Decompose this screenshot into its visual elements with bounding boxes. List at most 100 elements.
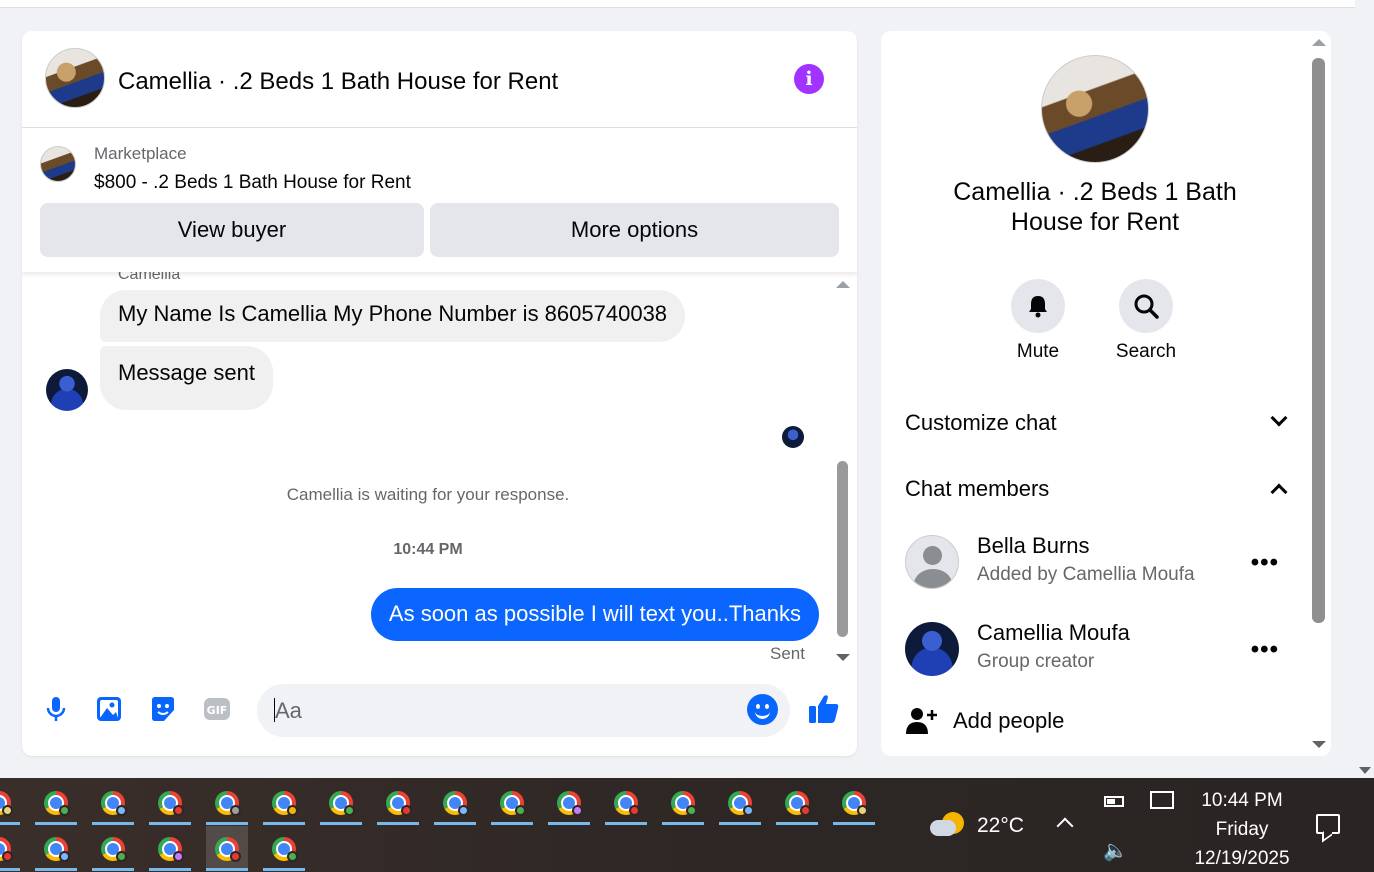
search-button[interactable]: Search: [1106, 279, 1186, 363]
profile-badge-icon: [116, 805, 127, 816]
chevron-down-icon: [1270, 409, 1288, 427]
microphone-icon[interactable]: [41, 694, 71, 724]
system-clock[interactable]: 10:44 PM Friday 12/19/2025: [1190, 786, 1294, 872]
message-bubble[interactable]: Message sent: [100, 346, 273, 410]
chrome-taskbar-button[interactable]: [605, 780, 647, 825]
chrome-taskbar-button[interactable]: [263, 826, 305, 871]
chrome-taskbar-button[interactable]: [833, 780, 875, 825]
chrome-taskbar-button[interactable]: [149, 826, 191, 871]
volume-icon[interactable]: 🔈: [1103, 838, 1128, 863]
sticker-icon[interactable]: [148, 694, 178, 724]
running-indicator: [0, 822, 20, 825]
page-scrollbar[interactable]: [1355, 0, 1374, 778]
member-subtitle: Added by Camellia Moufa: [977, 564, 1195, 585]
chrome-taskbar-button[interactable]: [263, 780, 305, 825]
profile-badge-icon: [629, 805, 640, 816]
chrome-taskbar-button[interactable]: [35, 826, 77, 871]
outgoing-message-bubble[interactable]: As soon as possible I will text you..Tha…: [370, 588, 819, 641]
photo-icon[interactable]: [94, 694, 124, 724]
add-person-icon: [906, 708, 937, 734]
running-indicator: [548, 822, 590, 825]
chrome-taskbar-button[interactable]: [548, 780, 590, 825]
add-people-label: Add people: [953, 708, 1065, 733]
conversation-info-panel: Camellia · .2 Beds 1 Bath House for Rent…: [881, 31, 1331, 756]
chrome-taskbar-button[interactable]: [719, 780, 761, 825]
network-icon[interactable]: [1150, 791, 1174, 809]
message-input[interactable]: Aa: [257, 684, 790, 737]
clock-time: 10:44 PM: [1201, 790, 1283, 811]
scroll-down-arrow[interactable]: [836, 654, 850, 661]
chrome-taskbar-button[interactable]: [491, 780, 533, 825]
scroll-thumb[interactable]: [1312, 58, 1325, 623]
message-list: Camellia My Name Is Camellia My Phone Nu…: [22, 272, 857, 664]
profile-badge-icon: [743, 805, 754, 816]
weather-icon[interactable]: [930, 808, 964, 838]
more-options-icon[interactable]: •••: [1251, 549, 1279, 577]
profile-badge-icon: [686, 805, 697, 816]
running-indicator: [833, 822, 875, 825]
chrome-taskbar-button[interactable]: [0, 826, 20, 871]
add-people-button[interactable]: Add people: [905, 704, 1205, 738]
more-options-icon[interactable]: •••: [1251, 636, 1279, 664]
listing-thumbnail[interactable]: [40, 146, 76, 182]
running-indicator: [0, 868, 20, 871]
chrome-taskbar-button[interactable]: [149, 780, 191, 825]
more-options-button[interactable]: More options: [430, 203, 839, 257]
customize-chat-section[interactable]: Customize chat: [905, 409, 1288, 436]
thumbs-up-icon[interactable]: [807, 692, 841, 726]
running-indicator: [605, 822, 647, 825]
gif-icon[interactable]: GIF: [202, 694, 232, 724]
emoji-icon[interactable]: [747, 694, 778, 725]
member-name: Camellia Moufa: [977, 620, 1130, 645]
chat-header: Camellia · .2 Beds 1 Bath House for Rent…: [22, 31, 857, 128]
scroll-down-arrow[interactable]: [1312, 741, 1326, 748]
mute-button[interactable]: Mute: [998, 279, 1078, 363]
message-composer: GIF Aa: [22, 676, 857, 746]
chrome-taskbar-button[interactable]: [320, 780, 362, 825]
running-indicator: [35, 822, 77, 825]
chrome-taskbar-button[interactable]: [662, 780, 704, 825]
chrome-taskbar-button[interactable]: [206, 826, 248, 871]
marketplace-banner: Marketplace $800 - .2 Beds 1 Bath House …: [22, 128, 857, 272]
chrome-taskbar-button[interactable]: [776, 780, 818, 825]
running-indicator: [92, 822, 134, 825]
info-icon[interactable]: i: [794, 64, 824, 94]
profile-badge-icon: [173, 805, 184, 816]
message-bubble[interactable]: My Name Is Camellia My Phone Number is 8…: [100, 290, 686, 342]
chrome-taskbar-button[interactable]: [434, 780, 476, 825]
chevron-up-icon[interactable]: [1056, 817, 1074, 835]
chat-members-section[interactable]: Chat members: [905, 476, 1288, 502]
chat-title[interactable]: Camellia · .2 Beds 1 Bath House for Rent: [118, 68, 558, 96]
chrome-taskbar-button[interactable]: [92, 780, 134, 825]
temperature[interactable]: 22°C: [977, 814, 1024, 838]
scroll-up-arrow[interactable]: [836, 281, 850, 288]
listing-title[interactable]: $800 - .2 Beds 1 Bath House for Rent: [94, 172, 411, 194]
search-icon-circle[interactable]: [1119, 279, 1173, 333]
mute-icon-circle[interactable]: [1011, 279, 1065, 333]
notification-icon[interactable]: [1316, 814, 1340, 834]
member-row[interactable]: Bella Burns Added by Camellia Moufa •••: [905, 533, 1285, 589]
chrome-taskbar-button[interactable]: [206, 780, 248, 825]
profile-badge-icon: [515, 805, 526, 816]
chrome-taskbar-button[interactable]: [377, 780, 419, 825]
sender-avatar[interactable]: [46, 369, 88, 411]
running-indicator: [263, 822, 305, 825]
scroll-thumb[interactable]: [837, 461, 848, 637]
group-avatar-large[interactable]: [1041, 55, 1149, 163]
group-avatar[interactable]: [45, 48, 105, 108]
running-indicator: [662, 822, 704, 825]
scroll-up-arrow[interactable]: [1312, 39, 1326, 46]
scroll-down-arrow[interactable]: [1359, 767, 1371, 774]
chrome-taskbar-button[interactable]: [0, 780, 20, 825]
chrome-taskbar-button[interactable]: [35, 780, 77, 825]
view-buyer-button[interactable]: View buyer: [40, 203, 424, 257]
member-name: Bella Burns: [977, 533, 1090, 558]
battery-icon[interactable]: [1104, 796, 1124, 807]
waiting-notice: Camellia is waiting for your response.: [286, 485, 570, 504]
info-scrollbar[interactable]: [1309, 35, 1329, 751]
chrome-taskbar-button[interactable]: [92, 826, 134, 871]
member-row[interactable]: Camellia Moufa Group creator •••: [905, 620, 1285, 676]
running-indicator: [320, 822, 362, 825]
svg-text:GIF: GIF: [207, 704, 228, 717]
chat-scrollbar[interactable]: [835, 277, 851, 663]
